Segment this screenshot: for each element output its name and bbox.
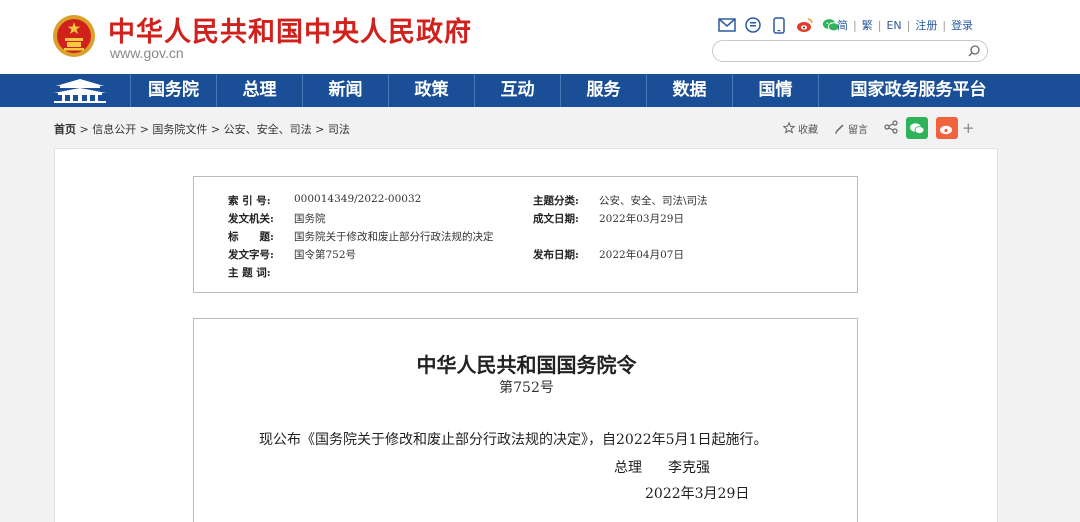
lang-traditional-link[interactable]: 繁 [862, 19, 873, 32]
login-link[interactable]: 登录 [951, 19, 973, 32]
mail-icon[interactable] [718, 16, 736, 34]
share-wechat-icon[interactable] [906, 117, 928, 139]
document-signature: 总理 李克强 [614, 457, 710, 477]
document-metadata: 索 引 号: 000014349/2022-00032 主题分类: 公安、安全、… [193, 176, 858, 293]
index-value: 000014349/2022-00032 [294, 193, 422, 205]
issuer-value: 国务院 [294, 213, 326, 225]
nav-item-data[interactable]: 数据 [646, 74, 732, 107]
main-nav: 国务院 总理 新闻 政策 互动 服务 数据 国情 国家政务服务平台 [0, 74, 1080, 107]
nav-item-service-platform[interactable]: 国家政务服务平台 [818, 74, 1018, 107]
site-title[interactable]: 中华人民共和国中央人民政府 [108, 10, 472, 49]
breadcrumb-home-link[interactable]: 首页 [54, 123, 76, 136]
breadcrumb-path[interactable]: > 信息公开 > 国务院文件 > 公安、安全、司法 > 司法 [76, 123, 349, 136]
home-building-icon[interactable] [50, 77, 110, 104]
document-number: 第752号 [499, 380, 554, 396]
nav-item-services[interactable]: 服务 [560, 74, 646, 107]
issuer-label: 发文机关: [228, 213, 274, 225]
national-emblem-icon[interactable] [52, 14, 96, 58]
nav-item-policy[interactable]: 政策 [388, 74, 474, 107]
comment-label: 留言 [848, 124, 868, 136]
favorite-label: 收藏 [798, 124, 818, 136]
category-label: 主题分类: [533, 195, 579, 207]
nav-item-news[interactable]: 新闻 [302, 74, 388, 107]
doc-number-label: 发文字号: [228, 249, 274, 261]
doc-number-value: 国令第752号 [294, 249, 357, 261]
site-header: 中华人民共和国中央人民政府 www.gov.cn 简 | 繁 | EN | 注册 | 登录 [0, 0, 1080, 74]
weibo-icon[interactable] [796, 16, 814, 34]
keywords-label: 主 题 词: [228, 267, 271, 279]
title-label: 标 题: [228, 231, 274, 243]
nav-item-state-council[interactable]: 国务院 [130, 74, 216, 107]
comment-button[interactable]: 留言 [834, 121, 868, 136]
app-icon[interactable] [744, 16, 762, 34]
document-text: 现公布《国务院关于修改和废止部分行政法规的决定》，自2022年5月1日起施行。 [259, 432, 768, 448]
search-box [712, 40, 988, 62]
created-date-value: 2022年03月29日 [599, 213, 684, 225]
nav-item-interaction[interactable]: 互动 [474, 74, 560, 107]
page-tools: 收藏 留言 + [783, 117, 975, 139]
register-link[interactable]: 注册 [915, 19, 937, 32]
star-icon [783, 122, 795, 134]
share-weibo-icon[interactable] [936, 117, 958, 139]
site-url[interactable]: www.gov.cn [110, 45, 184, 61]
created-date-label: 成文日期: [533, 213, 579, 225]
lang-simplified-link[interactable]: 简 [837, 19, 848, 32]
header-tools [718, 15, 840, 35]
published-date-value: 2022年04月07日 [599, 249, 684, 261]
mobile-icon[interactable] [770, 16, 788, 34]
nav-item-national-info[interactable]: 国情 [732, 74, 818, 107]
signature-name: 李克强 [668, 460, 710, 476]
signature-role: 总理 [614, 460, 642, 476]
share-icon[interactable] [884, 119, 898, 137]
title-value: 国务院关于修改和废止部分行政法规的决定 [294, 231, 494, 243]
pencil-icon [835, 123, 844, 133]
search-input[interactable] [723, 43, 963, 59]
language-links: 简 | 繁 | EN | 注册 | 登录 [837, 19, 974, 32]
index-label: 索 引 号: [228, 195, 271, 207]
document-date: 2022年3月29日 [645, 486, 750, 502]
breadcrumb: 首页 > 信息公开 > 国务院文件 > 公安、安全、司法 > 司法 [54, 121, 350, 137]
lang-english-link[interactable]: EN [886, 19, 901, 32]
nav-list: 国务院 总理 新闻 政策 互动 服务 数据 国情 国家政务服务平台 [130, 74, 1018, 107]
favorite-button[interactable]: 收藏 [783, 121, 818, 136]
document-body: 中华人民共和国国务院令 第752号 现公布《国务院关于修改和废止部分行政法规的决… [193, 318, 858, 522]
share-more-icon[interactable]: + [962, 119, 975, 137]
nav-item-premier[interactable]: 总理 [216, 74, 302, 107]
published-date-label: 发布日期: [533, 249, 579, 261]
search-icon[interactable] [967, 44, 981, 58]
category-value: 公安、安全、司法\司法 [599, 195, 708, 207]
document-title: 中华人民共和国国务院令 [416, 353, 637, 377]
